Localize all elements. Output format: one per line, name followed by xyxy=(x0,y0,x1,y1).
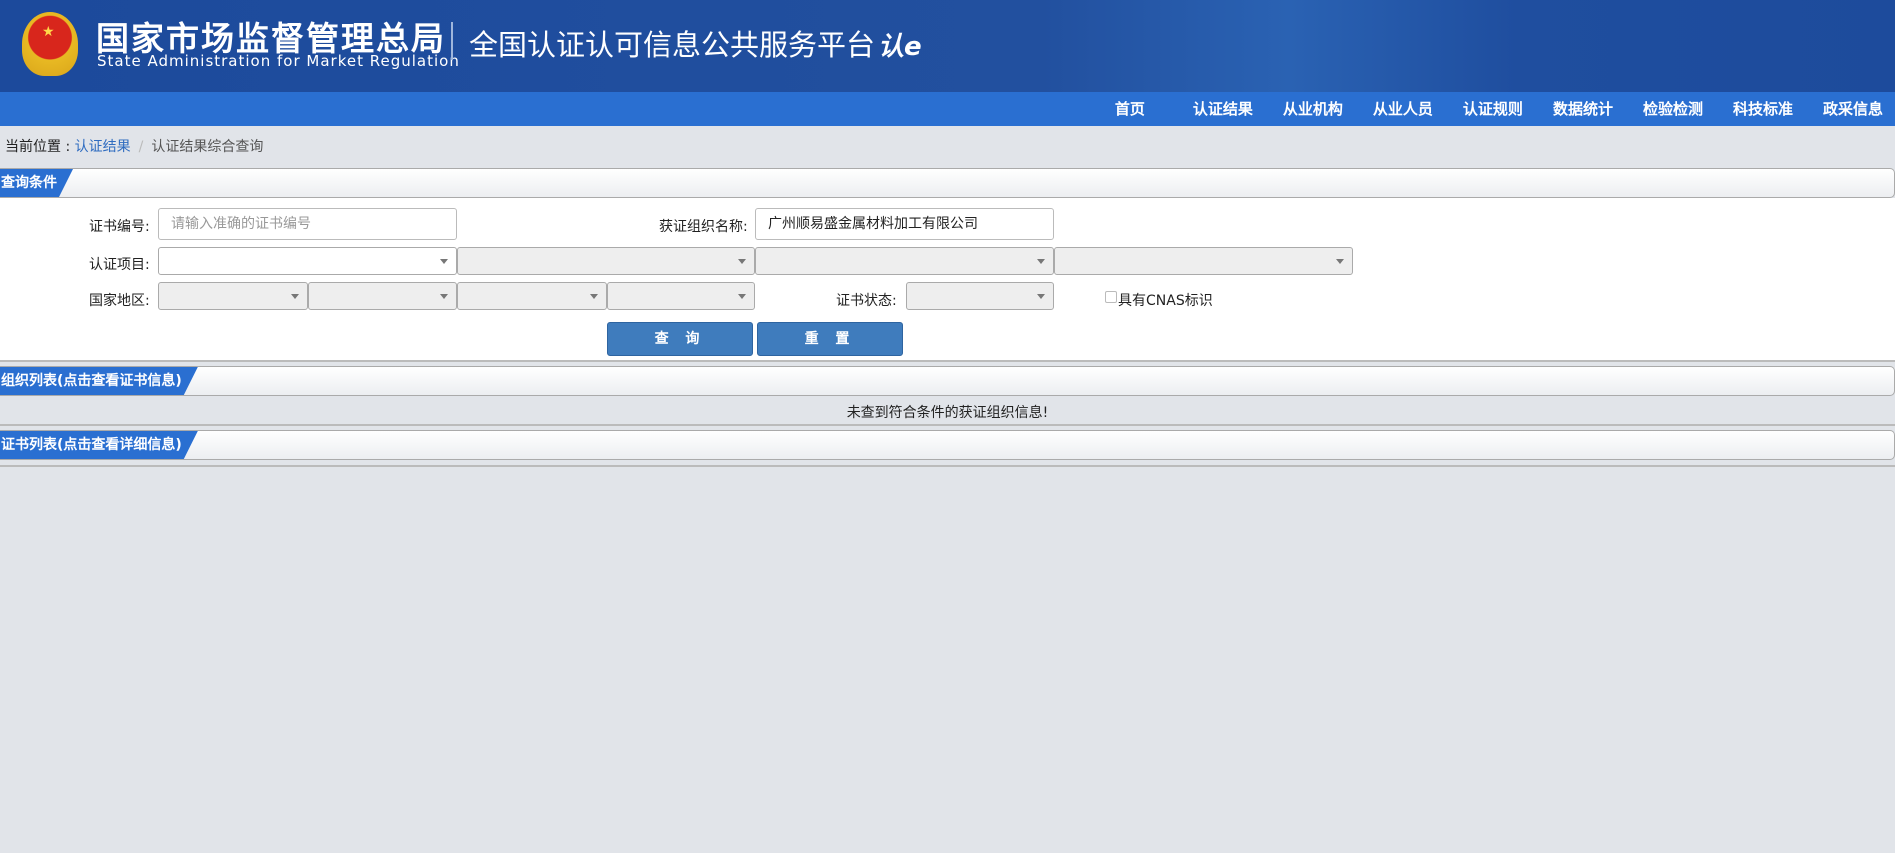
cert-no-label: 证书编号: xyxy=(89,219,150,235)
project-select-1[interactable] xyxy=(158,247,457,275)
nav-inspection[interactable]: 检验检测 xyxy=(1643,92,1703,126)
cert-no-input[interactable]: 请输入准确的证书编号 xyxy=(158,208,457,240)
header-divider xyxy=(451,22,453,60)
empty-message: 未查到符合条件的获证组织信息! xyxy=(0,401,1895,426)
nav-procurement[interactable]: 政采信息 xyxy=(1823,92,1883,126)
region-select-3[interactable] xyxy=(457,282,607,310)
cert-panel-header: 证书列表(点击查看详细信息) xyxy=(0,430,1895,460)
search-button[interactable]: 查 询 xyxy=(607,322,753,356)
national-emblem-logo: ★ xyxy=(22,12,78,76)
project-select-4[interactable] xyxy=(1054,247,1353,275)
query-panel-header: 查询条件 xyxy=(0,168,1895,198)
main-nav: 首页 认证结果 从业机构 从业人员 认证规则 数据统计 检验检测 科技标准 政采… xyxy=(0,92,1895,126)
breadcrumb: 当前位置 : 认证结果 / 认证结果综合查询 xyxy=(5,136,263,156)
cnas-checkbox[interactable] xyxy=(1105,291,1117,303)
org-name-input[interactable]: 广州顺易盛金属材料加工有限公司 xyxy=(755,208,1054,240)
cert-panel-title: 证书列表(点击查看详细信息) xyxy=(0,431,198,459)
nav-standards[interactable]: 科技标准 xyxy=(1733,92,1793,126)
region-label: 国家地区: xyxy=(89,293,150,309)
nav-home[interactable]: 首页 xyxy=(1115,92,1145,126)
region-select-2[interactable] xyxy=(308,282,457,310)
reset-button[interactable]: 重 置 xyxy=(757,322,903,356)
breadcrumb-link[interactable]: 认证结果 xyxy=(75,139,131,155)
nav-cert-results[interactable]: 认证结果 xyxy=(1193,92,1253,126)
nav-personnel[interactable]: 从业人员 xyxy=(1373,92,1433,126)
status-label: 证书状态: xyxy=(836,293,897,309)
query-panel-title: 查询条件 xyxy=(0,169,73,197)
nav-rules[interactable]: 认证规则 xyxy=(1463,92,1523,126)
query-form: 证书编号: 请输入准确的证书编号 获证组织名称: 广州顺易盛金属材料加工有限公司… xyxy=(0,198,1895,362)
cnas-label: 具有CNAS标识 xyxy=(1118,293,1213,309)
breadcrumb-separator: / xyxy=(138,139,144,155)
nav-statistics[interactable]: 数据统计 xyxy=(1553,92,1613,126)
org-panel-header: 组织列表(点击查看证书信息) xyxy=(0,366,1895,396)
status-select[interactable] xyxy=(906,282,1054,310)
breadcrumb-prefix: 当前位置 : xyxy=(5,139,71,155)
region-select-4[interactable] xyxy=(607,282,755,310)
nav-institutions[interactable]: 从业机构 xyxy=(1283,92,1343,126)
renyun-logo: 认e xyxy=(878,32,922,62)
region-select-1[interactable] xyxy=(158,282,308,310)
breadcrumb-current: 认证结果综合查询 xyxy=(151,139,264,155)
project-select-2[interactable] xyxy=(457,247,755,275)
project-label: 认证项目: xyxy=(89,257,150,273)
site-header: ★ 国家市场监督管理总局 State Administration for Ma… xyxy=(0,0,1895,92)
project-select-3[interactable] xyxy=(755,247,1054,275)
org-name-en: State Administration for Market Regulati… xyxy=(97,52,460,70)
platform-title: 全国认证认可信息公共服务平台 xyxy=(469,28,876,62)
divider xyxy=(0,465,1895,467)
org-name-label: 获证组织名称: xyxy=(659,219,748,235)
org-panel-title: 组织列表(点击查看证书信息) xyxy=(0,367,198,395)
